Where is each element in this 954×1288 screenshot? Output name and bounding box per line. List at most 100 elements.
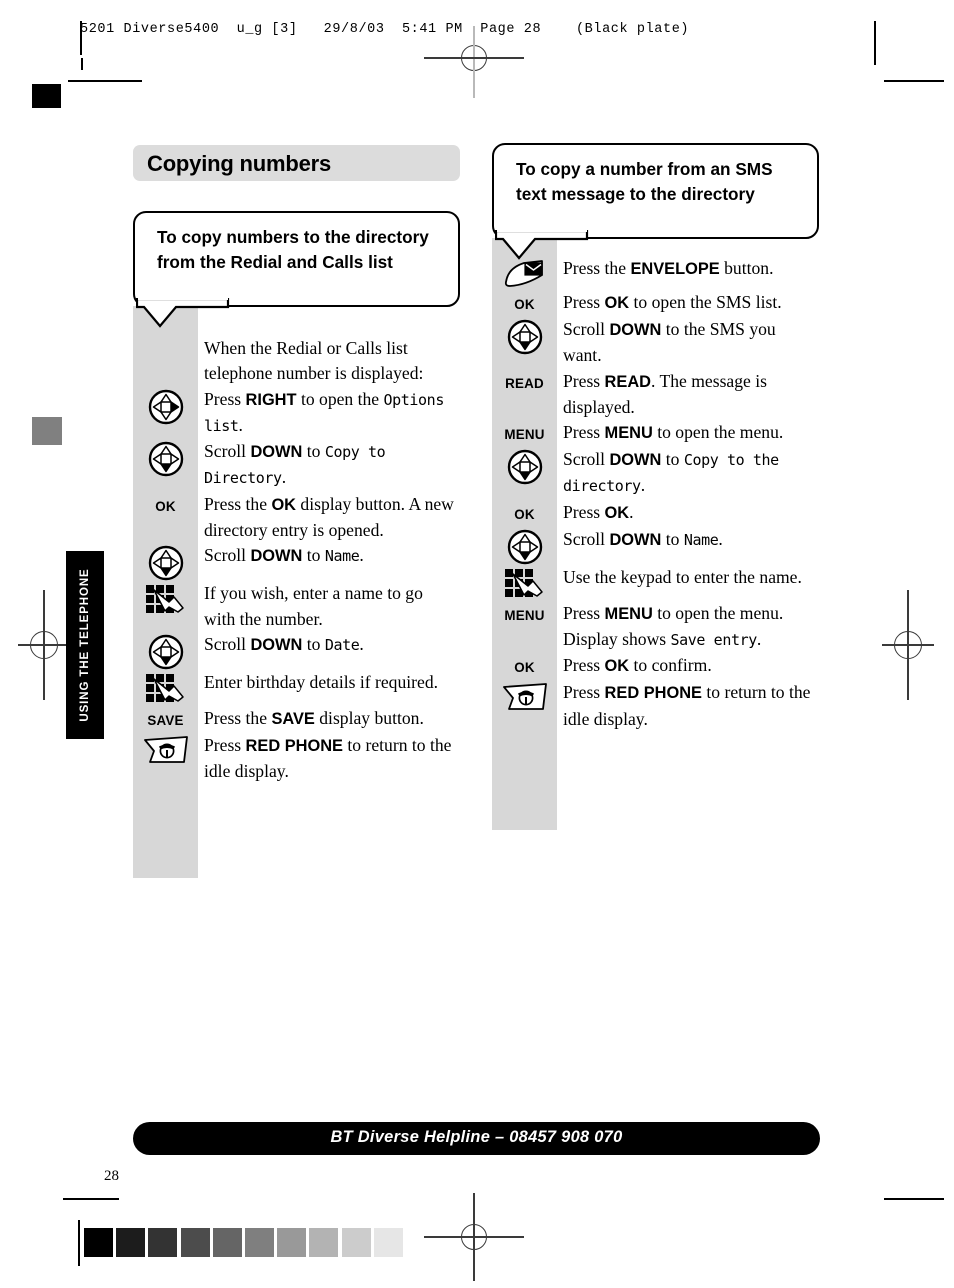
side-tab-label: USING THE TELEPHONE (79, 568, 91, 722)
keypad-icon (145, 673, 184, 702)
left-column-callout-title: To copy numbers to the directory from th… (157, 227, 429, 272)
instruction-step: Scroll DOWN to Copy to Directory. (133, 439, 460, 492)
step-text: Press the OK display button. A new direc… (204, 493, 454, 541)
step-text: Press MENU to open the menu. Display sho… (563, 602, 784, 650)
instruction-step: OK Press OK. (492, 500, 819, 527)
instruction-step: MENU Press MENU to open the menu. Display… (492, 601, 819, 654)
grayscale-swatch (116, 1228, 146, 1257)
grayscale-swatch (84, 1228, 113, 1257)
step-text: Enter birthday details if required. (204, 671, 439, 692)
step-text: Scroll DOWN to Copy to Directory. (204, 441, 386, 488)
dpad-down-icon (148, 634, 183, 670)
step-text: Scroll DOWN to Name. (204, 545, 364, 566)
step-icon-cell[interactable] (492, 565, 557, 601)
softkey-label-ok[interactable]: OK (155, 494, 176, 519)
step-icon-cell[interactable]: OK (492, 290, 557, 317)
instruction-step: Scroll DOWN to the SMS you want. (492, 317, 819, 369)
keypad-icon (145, 585, 184, 614)
instruction-step: OK Press OK to open the SMS list. (492, 290, 819, 317)
crop-mark-top-right (884, 80, 944, 82)
instruction-step: MENU Press MENU to open the menu. (492, 420, 819, 447)
page-title-pill: Copying numbers (133, 145, 460, 181)
step-icon-cell[interactable]: MENU (492, 601, 557, 628)
step-icon-cell[interactable]: OK (492, 500, 557, 527)
softkey-label-read[interactable]: READ (505, 371, 544, 396)
instruction-step: OK Press the OK display button. A new dir… (133, 492, 460, 544)
dpad-down-icon (507, 449, 542, 485)
softkey-label-ok[interactable]: OK (514, 502, 535, 527)
step-text: Press RED PHONE to return to the idle di… (204, 734, 452, 782)
step-text: Press RIGHT to open the Options list. (204, 388, 444, 435)
footer-helpline-text: BT Diverse Helpline – 08457 908 070 (330, 1128, 623, 1146)
right-column-callout-tail (495, 230, 589, 260)
instruction-step: Scroll DOWN to Name. (492, 527, 819, 565)
footer-helpline-bar: BT Diverse Helpline – 08457 908 070 (133, 1122, 820, 1155)
step-text: Press OK to open the SMS list. (563, 292, 782, 312)
step-text: Press RED PHONE to return to the idle di… (563, 682, 811, 729)
dpad-down-icon (507, 319, 542, 355)
instruction-step: Scroll DOWN to Name. (133, 543, 460, 581)
step-icon-cell[interactable]: MENU (492, 420, 557, 447)
step-text: If you wish, enter a name to go with the… (204, 583, 423, 629)
crop-mark-bottom-left (63, 1198, 119, 1200)
left-column-callout-tail (136, 298, 230, 328)
step-icon-cell[interactable] (133, 581, 198, 617)
step-icon-cell[interactable] (133, 387, 198, 425)
red-phone-key-icon (502, 683, 547, 711)
softkey-label-ok[interactable]: OK (514, 292, 535, 317)
instruction-step: SAVE Press the SAVE display button. (133, 706, 460, 733)
page-title: Copying numbers (147, 151, 332, 176)
grayscale-swatch (180, 1228, 210, 1257)
step-icon-cell[interactable] (492, 256, 557, 290)
crop-mark-top-left-line (68, 80, 142, 82)
left-column-callout-bubble: To copy numbers to the directory from th… (133, 211, 460, 307)
instruction-step: Enter birthday details if required. (133, 670, 460, 706)
red-phone-key-icon (143, 736, 188, 763)
grayscale-swatch (341, 1228, 371, 1257)
step-icon-cell[interactable]: OK (133, 492, 198, 519)
step-icon-cell[interactable] (133, 733, 198, 765)
step-icon-cell[interactable] (133, 632, 198, 670)
step-text: Press the SAVE display button. (204, 707, 424, 728)
right-column-callout-title: To copy a number from an SMS text messag… (516, 159, 773, 204)
crop-mark-gray-square (32, 417, 62, 445)
grayscale-swatch (148, 1228, 178, 1257)
step-icon-cell[interactable] (492, 527, 557, 565)
step-text: Scroll DOWN to Copy to the directory. (563, 449, 779, 496)
step-icon-cell[interactable] (133, 543, 198, 581)
step-text: Press OK to confirm. (563, 655, 712, 676)
crop-mark-top-tick (81, 58, 83, 70)
softkey-label-ok[interactable]: OK (514, 655, 535, 680)
step-icon-cell[interactable]: READ (492, 369, 557, 396)
step-icon-cell[interactable] (133, 670, 198, 706)
softkey-label-menu[interactable]: MENU (504, 422, 544, 447)
grayscale-swatch (373, 1228, 403, 1257)
instruction-step: READ Press READ. The message is displayed… (492, 369, 819, 421)
step-icon-cell[interactable] (492, 317, 557, 355)
softkey-label-menu[interactable]: MENU (504, 603, 544, 628)
step-icon-cell[interactable] (492, 447, 557, 485)
header-right-rule (874, 21, 876, 65)
step-icon-cell[interactable]: SAVE (133, 706, 198, 733)
instruction-step: Scroll DOWN to Copy to the directory. (492, 447, 819, 500)
softkey-label-save[interactable]: SAVE (147, 708, 183, 733)
step-icon-cell[interactable]: OK (492, 653, 557, 680)
dpad-right-icon (148, 389, 183, 424)
step-text: Scroll DOWN to Date. (204, 633, 364, 654)
step-text: Use the keypad to enter the name. (563, 566, 802, 587)
grayscale-swatch (277, 1228, 307, 1257)
dpad-down-icon (148, 546, 183, 581)
grayscale-swatch (244, 1228, 274, 1257)
step-text: Scroll DOWN to the SMS you want. (563, 319, 776, 366)
step-icon-cell[interactable] (492, 680, 557, 712)
keypad-icon (504, 568, 543, 597)
prepress-header-text: 5201 Diverse5400 u_g [3] 29/8/03 5:41 PM… (80, 22, 690, 37)
grayscale-strip-rule (78, 1220, 80, 1266)
step-text: Press MENU to open the menu. (563, 422, 784, 443)
step-text: Scroll DOWN to Name. (563, 528, 723, 549)
step-icon-cell[interactable] (133, 439, 198, 477)
crop-mark-bottom-right (884, 1198, 944, 1200)
instruction-step: Press RIGHT to open the Options list. (133, 387, 460, 440)
grayscale-swatch (212, 1228, 242, 1257)
right-column-callout-bubble: To copy a number from an SMS text messag… (492, 143, 819, 239)
